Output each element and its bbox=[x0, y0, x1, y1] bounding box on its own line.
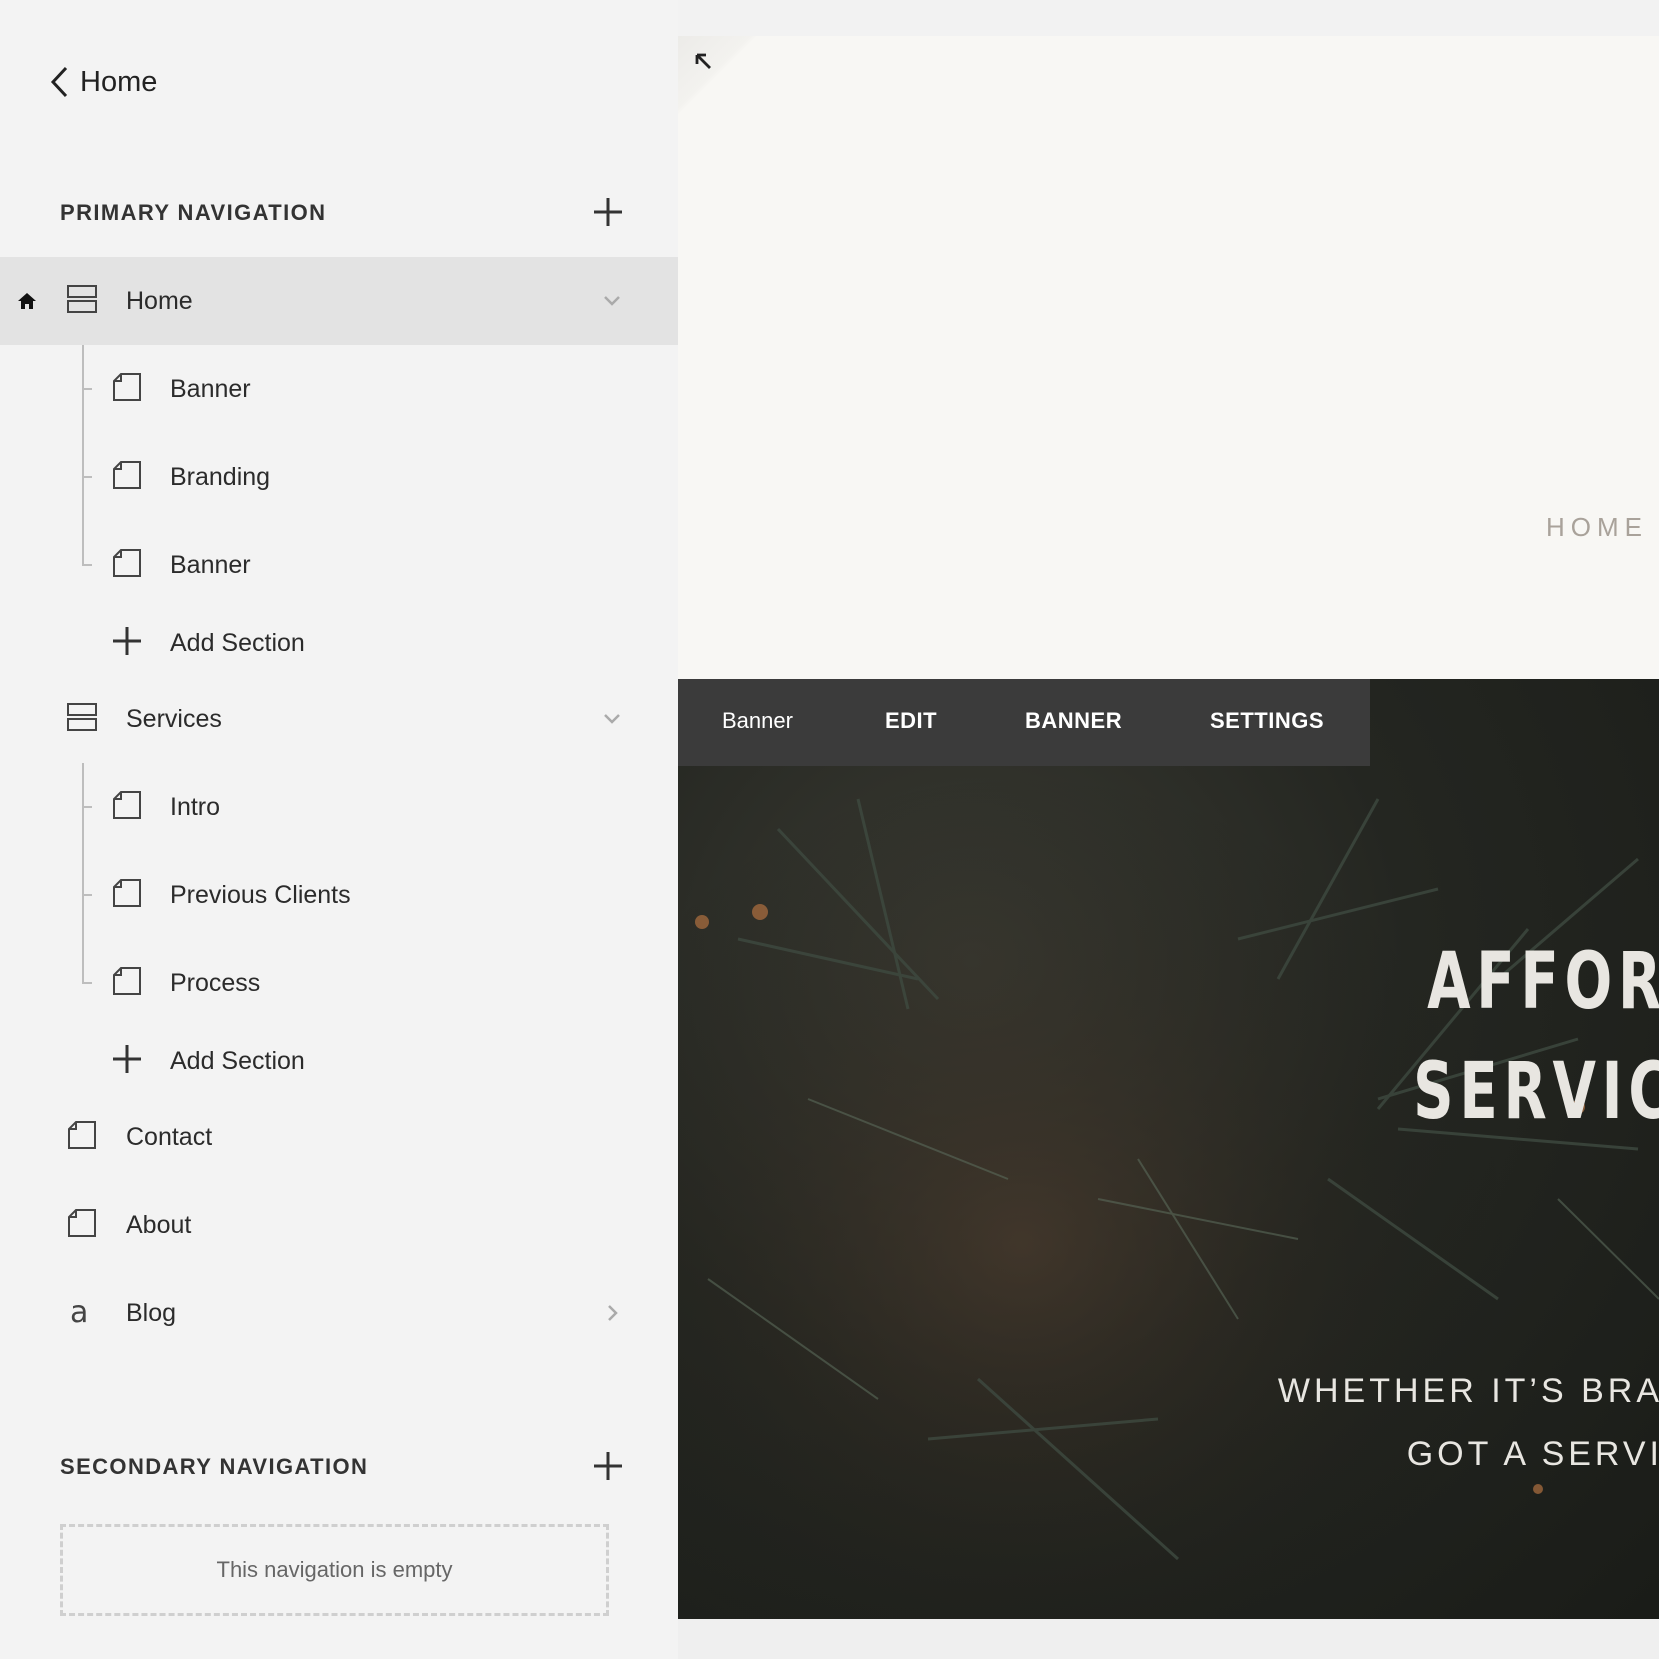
chevron-down-icon[interactable] bbox=[600, 289, 624, 313]
primary-navigation-title: PRIMARY NAVIGATION bbox=[60, 200, 327, 225]
nav-item-services[interactable]: Services bbox=[0, 675, 678, 763]
home-icon bbox=[16, 290, 38, 312]
add-primary-nav-button[interactable] bbox=[590, 194, 626, 230]
add-section-label: Add Section bbox=[170, 628, 305, 657]
back-label: Home bbox=[80, 65, 158, 98]
nav-item-label: Services bbox=[126, 704, 222, 733]
nav-item-contact[interactable]: Contact bbox=[0, 1093, 678, 1181]
nav-item-label: Contact bbox=[126, 1122, 213, 1151]
page-icon bbox=[111, 459, 143, 491]
nav-item-intro[interactable]: Intro bbox=[0, 763, 678, 851]
collapse-arrow-icon[interactable] bbox=[692, 50, 714, 72]
add-section-label: Add Section bbox=[170, 1046, 305, 1075]
nav-item-branding[interactable]: Branding bbox=[0, 433, 678, 521]
empty-navigation-text: This navigation is empty bbox=[216, 1557, 453, 1582]
toolbar-section-name: Banner bbox=[722, 708, 793, 733]
banner-section[interactable]: Banner EDIT BANNER SETTINGS AFFORD SERVI… bbox=[678, 679, 1659, 1619]
folder-icon bbox=[66, 701, 98, 733]
folder-icon bbox=[66, 283, 98, 315]
headline-line: SERVICE bbox=[1412, 1047, 1659, 1137]
page-icon bbox=[66, 1207, 98, 1239]
page-icon bbox=[66, 1119, 98, 1151]
nav-item-label: Banner bbox=[170, 550, 251, 579]
nav-item-home[interactable]: Home bbox=[0, 257, 678, 345]
page-icon bbox=[111, 789, 143, 821]
chevron-left-icon bbox=[50, 66, 68, 98]
nav-item-previous-clients[interactable]: Previous Clients bbox=[0, 851, 678, 939]
blog-icon: a bbox=[66, 1295, 98, 1327]
nav-item-label: Process bbox=[170, 968, 261, 997]
nav-item-label: Banner bbox=[170, 374, 251, 403]
nav-item-about[interactable]: About bbox=[0, 1181, 678, 1269]
nav-item-label: Blog bbox=[126, 1298, 177, 1327]
nav-item-banner[interactable]: Banner bbox=[0, 345, 678, 433]
nav-item-banner-2[interactable]: Banner bbox=[0, 521, 678, 609]
svg-text:a: a bbox=[70, 1295, 88, 1327]
preview-bottom-gutter bbox=[678, 1619, 1659, 1659]
site-nav-home-link[interactable]: HOME bbox=[1546, 512, 1648, 543]
chevron-right-icon[interactable] bbox=[600, 1301, 624, 1325]
nav-item-label: About bbox=[126, 1210, 192, 1239]
page-icon bbox=[111, 547, 143, 579]
headline-line: AFFORD bbox=[1426, 937, 1659, 1027]
plus-icon bbox=[111, 625, 143, 657]
page-icon bbox=[111, 371, 143, 403]
nav-item-label: Home bbox=[126, 286, 193, 315]
headline-line: E bbox=[1413, 1147, 1659, 1257]
page-icon bbox=[111, 877, 143, 909]
banner-subline[interactable]: WHETHER IT’S BRA bbox=[1278, 1372, 1659, 1411]
nav-item-process[interactable]: Process bbox=[0, 939, 678, 1027]
nav-item-label: Intro bbox=[170, 792, 221, 821]
plus-icon bbox=[594, 1452, 622, 1480]
nav-item-blog[interactable]: a Blog bbox=[0, 1269, 678, 1357]
plus-icon bbox=[111, 1043, 143, 1075]
banner-headline[interactable]: AFFORD SERVICE E bbox=[1413, 927, 1659, 1257]
site-preview: HOME Banner EDIT BANNER SETTINGS AFFO SE… bbox=[678, 36, 1659, 1619]
banner-button[interactable]: BANNER bbox=[1025, 708, 1122, 734]
chevron-down-icon[interactable] bbox=[600, 707, 624, 731]
section-toolbar: Banner EDIT BANNER SETTINGS bbox=[678, 679, 1370, 766]
add-section-button[interactable]: Add Section bbox=[0, 599, 678, 687]
preview-corner bbox=[678, 36, 758, 116]
plus-icon bbox=[594, 198, 622, 226]
empty-navigation-dropzone[interactable]: This navigation is empty bbox=[60, 1524, 609, 1616]
edit-button[interactable]: EDIT bbox=[885, 708, 937, 734]
nav-item-label: Previous Clients bbox=[170, 880, 351, 909]
settings-button[interactable]: SETTINGS bbox=[1210, 708, 1324, 734]
add-secondary-nav-button[interactable] bbox=[590, 1448, 626, 1484]
back-button[interactable]: Home bbox=[48, 60, 157, 104]
add-section-button[interactable]: Add Section bbox=[0, 1017, 678, 1105]
banner-subline[interactable]: GOT A SERVI bbox=[1407, 1435, 1659, 1474]
page-icon bbox=[111, 965, 143, 997]
secondary-navigation-title: SECONDARY NAVIGATION bbox=[60, 1454, 369, 1479]
nav-item-label: Branding bbox=[170, 462, 271, 491]
sidebar: Home PRIMARY NAVIGATION Home Banner Bran… bbox=[0, 0, 678, 1659]
